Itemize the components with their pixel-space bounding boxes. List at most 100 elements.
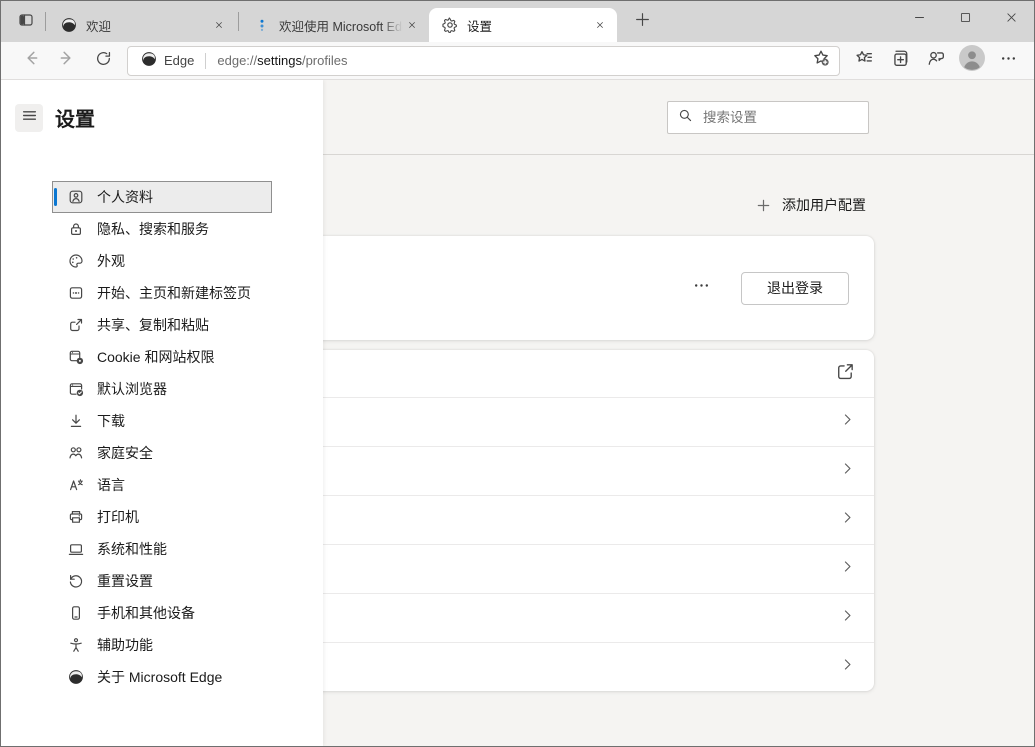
sidebar-item-devices[interactable]: 手机和其他设备 [52,597,272,629]
sidebar-item-appearance[interactable]: 外观 [52,245,272,277]
add-favorite-button[interactable] [806,48,836,74]
chevron-right-icon [840,412,855,432]
avatar [959,45,985,76]
sidebar-item-cookies[interactable]: Cookie 和网站权限 [52,341,272,373]
url-path: /profiles [302,53,348,68]
tab-close-button[interactable] [591,16,609,34]
profile-settings-card [249,350,874,691]
settings-sidebar: 设置 个人资料隐私、搜索和服务外观开始、主页和新建标签页共享、复制和粘贴Cook… [1,80,323,746]
favorites-star-icon [855,49,873,72]
sidebar-item-label: 外观 [97,251,125,271]
settings-row-6[interactable] [249,593,874,642]
tab-title: 欢迎 [86,16,210,35]
sign-out-button[interactable]: 退出登录 [741,272,849,305]
tab-settings[interactable]: 设置 [429,8,617,42]
settings-row-5[interactable] [249,544,874,593]
sidebar-item-label: 下载 [97,411,125,431]
cookie-permissions-icon [68,349,84,365]
sidebar-item-default-browser[interactable]: 默认浏览器 [52,373,272,405]
site-badge: Edge [141,51,194,70]
sidebar-item-system[interactable]: 系统和性能 [52,533,272,565]
profile-more-button[interactable] [687,274,715,302]
page-title: 设置 [55,103,95,132]
printer-icon [68,509,84,525]
sidebar-item-label: 语言 [97,475,125,495]
add-profile-button[interactable]: 添加用户配置 [756,195,866,215]
tab-close-button[interactable] [403,16,421,34]
sidebar-item-label: 开始、主页和新建标签页 [97,283,251,303]
download-icon [68,413,84,429]
sidebar-item-profiles[interactable]: 个人资料 [52,181,272,213]
edge-logo-icon [68,669,84,685]
plus-icon [756,198,771,213]
forward-arrow-icon [58,49,76,72]
sidebar-item-privacy[interactable]: 隐私、搜索和服务 [52,213,272,245]
tab-welcome-edge[interactable]: 欢迎使用 Microsoft Edge [241,8,429,42]
sidebar-item-label: 辅助功能 [97,635,153,655]
person-chat-icon [927,49,945,72]
settings-main: 添加用户配置 退出登录 [323,80,1034,746]
chevron-right-icon [840,657,855,677]
tab-actions-menu-button[interactable] [9,7,43,37]
sidebar-item-start-home[interactable]: 开始、主页和新建标签页 [52,277,272,309]
sidebar-item-downloads[interactable]: 下载 [52,405,272,437]
settings-row-2[interactable] [249,397,874,446]
sidebar-item-label: 关于 Microsoft Edge [97,667,222,687]
forward-button[interactable] [49,46,85,76]
tab-strip: 欢迎 欢迎使用 Microsoft Edge 设置 [1,1,1034,42]
sidebar-item-share-copy[interactable]: 共享、复制和粘贴 [52,309,272,341]
settings-search[interactable] [667,101,869,134]
profile-avatar-button[interactable] [954,46,990,76]
settings-row-4[interactable] [249,495,874,544]
back-arrow-icon [22,49,40,72]
refresh-icon [95,50,112,72]
star-add-icon [812,49,830,72]
collections-button[interactable] [882,46,918,76]
sidebar-menu-button[interactable] [15,104,43,132]
default-browser-icon [68,381,84,397]
settings-row-3[interactable] [249,446,874,495]
favorites-button[interactable] [846,46,882,76]
feedback-button[interactable] [918,46,954,76]
reset-icon [68,573,84,589]
search-icon [678,108,693,128]
maximize-button[interactable] [942,1,988,39]
sidebar-item-about[interactable]: 关于 Microsoft Edge [52,661,272,693]
more-menu-button[interactable] [990,46,1026,76]
sidebar-item-accessibility[interactable]: 辅助功能 [52,629,272,661]
sidebar-item-languages[interactable]: 语言 [52,469,272,501]
ellipsis-icon [1000,50,1017,72]
settings-row-1[interactable] [249,350,874,397]
back-button[interactable] [13,46,49,76]
edge-logo-icon [61,17,77,33]
sidebar-item-family[interactable]: 家庭安全 [52,437,272,469]
browser-toolbar: Edge edge://settings/profiles [1,42,1034,80]
close-window-button[interactable] [988,1,1034,39]
search-input[interactable] [703,110,858,125]
settings-header [323,80,1034,155]
settings-row-7[interactable] [249,642,874,691]
sidebar-item-label: 个人资料 [97,187,153,207]
profile-card: 退出登录 [249,236,874,340]
sidebar-item-label: 打印机 [97,507,139,527]
tab-title: 设置 [467,16,591,35]
plus-icon [634,11,651,33]
sidebar-item-label: 隐私、搜索和服务 [97,219,209,239]
refresh-button[interactable] [85,46,121,76]
minimize-button[interactable] [896,1,942,39]
url-host: settings [257,53,302,68]
share-icon [68,317,84,333]
external-link-icon [836,362,855,386]
address-bar[interactable]: Edge edge://settings/profiles [127,46,840,76]
sidebar-item-reset[interactable]: 重置设置 [52,565,272,597]
tab-close-button[interactable] [210,16,228,34]
laptop-icon [68,541,84,557]
tab-welcome[interactable]: 欢迎 [48,8,236,42]
sidebar-item-label: 系统和性能 [97,539,167,559]
sidebar-item-label: 默认浏览器 [97,379,167,399]
chevron-right-icon [840,608,855,628]
site-badge-label: Edge [164,53,194,68]
sidebar-item-printers[interactable]: 打印机 [52,501,272,533]
tab-separator [238,12,239,31]
new-tab-button[interactable] [625,7,659,37]
